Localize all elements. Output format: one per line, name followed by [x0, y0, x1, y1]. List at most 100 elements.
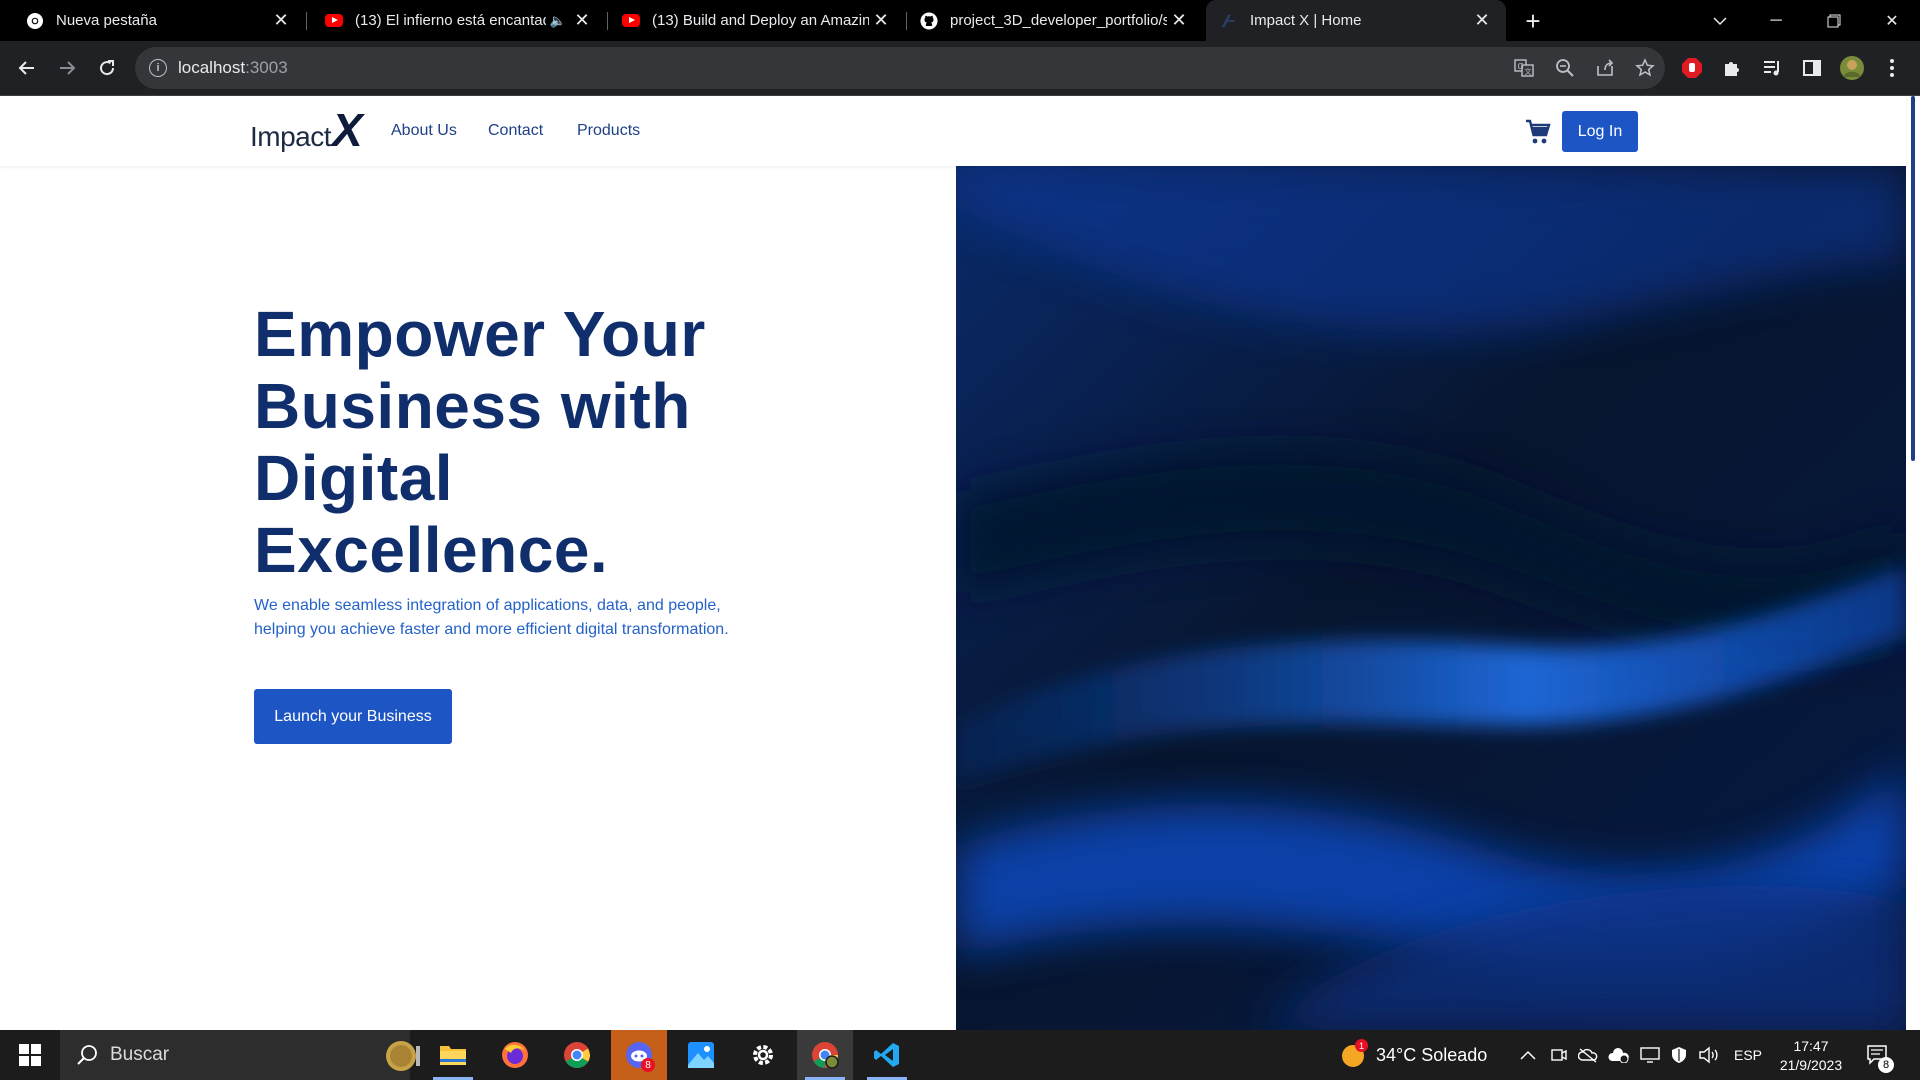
tray-onedrive-icon[interactable]	[1578, 1030, 1598, 1080]
site-navbar: Impact X About Us Contact Products Log I…	[0, 96, 1906, 166]
nav-about-us[interactable]: About Us	[391, 122, 457, 140]
back-button[interactable]	[11, 52, 43, 84]
browser-toolbar: i localhost:3003 G文	[0, 41, 1920, 96]
show-hidden-icons-button[interactable]	[1520, 1030, 1536, 1080]
cloud-off-icon	[1578, 1048, 1598, 1063]
forward-button[interactable]	[51, 52, 83, 84]
menu-kebab-icon[interactable]	[1876, 52, 1908, 84]
hero-subtext-line-1: We enable seamless integration of applic…	[254, 597, 721, 614]
bookmark-star-icon[interactable]	[1634, 57, 1656, 79]
file-explorer-app[interactable]	[425, 1030, 481, 1080]
launch-business-button[interactable]: Launch your Business	[254, 689, 452, 744]
search-highlight-icon	[386, 1041, 420, 1071]
tab-search-button[interactable]	[1692, 0, 1748, 41]
new-tab-button[interactable]: +	[1518, 6, 1548, 36]
tray-meet-icon[interactable]	[1550, 1030, 1568, 1080]
photos-icon	[688, 1042, 714, 1068]
notification-center-button[interactable]: 8	[1866, 1030, 1894, 1080]
taskbar-search[interactable]: Buscar	[60, 1030, 420, 1080]
chevron-down-icon	[1713, 16, 1727, 25]
settings-app[interactable]	[735, 1030, 791, 1080]
weather-text: 34°C Soleado	[1376, 1044, 1488, 1065]
folder-icon	[440, 1046, 466, 1065]
scrollbar-thumb[interactable]	[1911, 96, 1915, 461]
nav-contact[interactable]: Contact	[488, 122, 543, 140]
extensions-puzzle-icon[interactable]	[1716, 52, 1748, 84]
firefox-app[interactable]	[487, 1030, 543, 1080]
speaker-volume-icon	[1699, 1046, 1718, 1064]
tray-cloud-sync-icon[interactable]	[1608, 1030, 1630, 1080]
firefox-icon	[502, 1042, 528, 1068]
logo-x-mark: X	[332, 104, 363, 156]
close-icon[interactable]: ✕	[1470, 9, 1494, 33]
tab-title: (13) Build and Deploy an Amazing	[652, 12, 869, 29]
start-button[interactable]	[2, 1030, 58, 1080]
hero-abstract-image	[956, 166, 1906, 1030]
github-icon	[920, 11, 938, 30]
close-window-button[interactable]: ✕	[1864, 0, 1920, 41]
weather-widget[interactable]: 1 34°C Soleado	[1340, 1030, 1487, 1080]
close-icon[interactable]: ✕	[1167, 9, 1191, 33]
hero-subtext-line-2: helping you achieve faster and more effi…	[254, 621, 729, 638]
clock[interactable]: 17:47 21/9/2023	[1776, 1030, 1846, 1080]
svg-text:G: G	[1518, 62, 1524, 71]
reload-button[interactable]	[91, 52, 123, 84]
tab-youtube-2[interactable]: (13) Build and Deploy an Amazing ✕	[600, 0, 905, 41]
tab-youtube-1[interactable]: (13) El infierno está encantado 🔈 ✕	[301, 0, 606, 41]
tray-volume-icon[interactable]	[1698, 1030, 1720, 1080]
tray-security-icon[interactable]	[1670, 1030, 1688, 1080]
close-icon[interactable]: ✕	[269, 9, 293, 33]
tab-title: project_3D_developer_portfolio/s	[950, 12, 1167, 29]
adblock-extension-icon[interactable]	[1676, 52, 1708, 84]
close-icon[interactable]: ✕	[869, 9, 893, 33]
url-port: :3003	[245, 58, 288, 77]
side-panel-icon[interactable]	[1796, 52, 1828, 84]
clock-date: 21/9/2023	[1779, 1056, 1843, 1073]
close-icon[interactable]: ✕	[570, 9, 594, 33]
translate-icon[interactable]: G文	[1513, 57, 1535, 79]
hero-headline: Empower Your Business with Digital Excel…	[254, 298, 706, 586]
speaker-icon[interactable]: 🔈	[550, 13, 566, 29]
page-viewport: Impact X About Us Contact Products Log I…	[0, 96, 1920, 1030]
cart-icon[interactable]	[1524, 118, 1552, 146]
photos-app[interactable]	[673, 1030, 729, 1080]
zoom-icon[interactable]	[1554, 57, 1576, 79]
minimize-button[interactable]: ─	[1748, 0, 1804, 41]
site-info-icon[interactable]: i	[149, 59, 167, 77]
tray-network-icon[interactable]	[1640, 1030, 1660, 1080]
vscode-app[interactable]	[859, 1030, 915, 1080]
profile-avatar[interactable]	[1836, 52, 1868, 84]
site-favicon	[1220, 12, 1238, 30]
media-control-icon[interactable]	[1756, 52, 1788, 84]
search-icon	[77, 1045, 97, 1065]
chrome-active-app[interactable]	[797, 1030, 853, 1080]
tab-title: Impact X | Home	[1250, 12, 1362, 29]
share-icon[interactable]	[1594, 57, 1616, 79]
cloud-icon	[1608, 1048, 1629, 1063]
language-indicator[interactable]: ESP	[1734, 1030, 1762, 1080]
youtube-icon	[325, 12, 343, 30]
youtube-icon	[622, 12, 640, 30]
nav-products[interactable]: Products	[577, 122, 640, 140]
gear-icon	[753, 1045, 773, 1065]
url-text[interactable]: localhost:3003	[178, 58, 288, 78]
chrome-color-icon	[564, 1042, 590, 1068]
login-button[interactable]: Log In	[1562, 111, 1638, 152]
site-logo[interactable]: Impact X	[250, 104, 363, 156]
logo-text: Impact	[250, 121, 332, 152]
page-scrollbar[interactable]	[1906, 96, 1920, 1030]
tab-github[interactable]: project_3D_developer_portfolio/s ✕	[898, 0, 1203, 41]
tab-new-tab[interactable]: Nueva pestaña ✕	[0, 0, 305, 41]
restore-button[interactable]	[1806, 0, 1862, 41]
arrow-left-icon	[18, 61, 34, 75]
address-bar[interactable]: i localhost:3003 G文	[135, 47, 1665, 89]
notification-badge: 8	[641, 1058, 655, 1072]
chevron-up-icon	[1520, 1050, 1536, 1060]
reload-icon	[100, 60, 115, 76]
chrome-icon	[26, 12, 44, 30]
discord-app[interactable]: 8	[611, 1030, 667, 1080]
tab-impactx-active[interactable]: Impact X | Home ✕	[1206, 0, 1506, 41]
chrome-app[interactable]	[549, 1030, 605, 1080]
url-host: localhost	[178, 58, 246, 77]
browser-tab-strip: Nueva pestaña ✕ (13) El infierno está en…	[0, 0, 1920, 41]
